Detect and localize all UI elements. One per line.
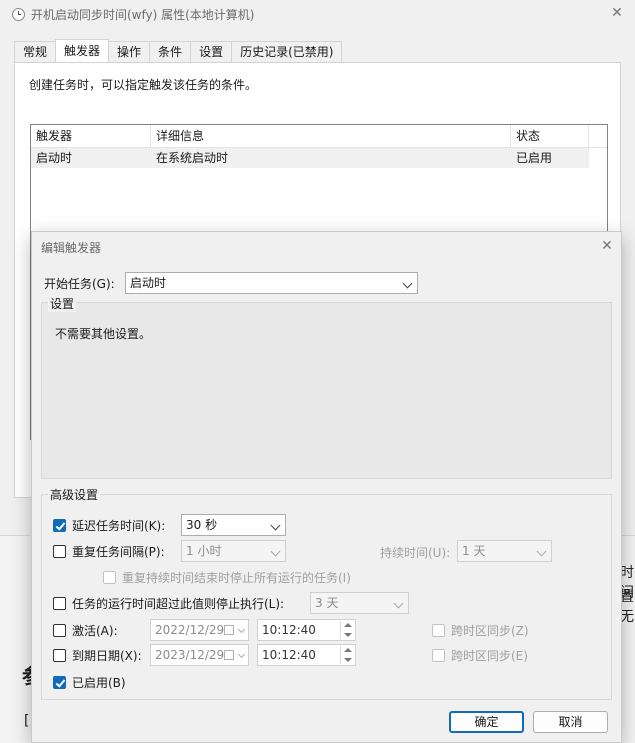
expire-sync-label: 跨时区同步(E) [451, 649, 528, 663]
duration-value: 1 天 [462, 544, 486, 558]
list-header: 触发器 详细信息 状态 [31, 125, 607, 148]
checkbox-checked-icon [53, 519, 66, 532]
activate-date-picker[interactable]: 2022/12/29 [150, 619, 249, 641]
dialog-close-button[interactable]: ✕ [597, 236, 617, 256]
expire-label: 到期日期(X): [72, 649, 142, 663]
column-status[interactable]: 状态 [511, 125, 589, 147]
settings-group-label: 设置 [48, 295, 77, 312]
repeat-interval-value: 1 小时 [186, 544, 222, 558]
activate-sync-label: 跨时区同步(Z) [451, 624, 529, 638]
tab-settings[interactable]: 设置 [190, 41, 233, 62]
chevron-down-icon [402, 278, 413, 289]
checkbox-checked-icon [53, 676, 66, 689]
calendar-icon [224, 650, 234, 660]
begin-task-label: 开始任务(G): [44, 277, 115, 291]
settings-text: 不需要其他设置。 [55, 327, 152, 341]
time-spinner[interactable] [340, 646, 354, 664]
enabled-checkbox[interactable]: 已启用(B) [53, 674, 126, 691]
checkbox-unchecked-icon [432, 624, 445, 637]
tab-triggers[interactable]: 触发器 [55, 39, 110, 62]
activate-time-field[interactable]: 10:12:40 [257, 619, 356, 641]
time-spinner[interactable] [340, 621, 354, 639]
background-text: [ [24, 713, 30, 729]
stop-if-longer-select[interactable]: 3 天 [310, 592, 409, 614]
chevron-down-icon [536, 546, 547, 557]
expire-sync-checkbox[interactable]: 跨时区同步(E) [432, 647, 528, 664]
chevron-down-icon [237, 650, 246, 659]
checkbox-unchecked-icon [53, 597, 66, 610]
duration-select[interactable]: 1 天 [457, 540, 552, 562]
checkbox-unchecked-icon [103, 571, 116, 584]
chevron-down-icon [270, 520, 281, 531]
column-trigger[interactable]: 触发器 [31, 125, 151, 147]
begin-task-select[interactable]: 启动时 [125, 272, 418, 294]
dialog-title: 编辑触发器 [41, 241, 102, 255]
window-close-button[interactable]: ✕ [607, 4, 627, 22]
chevron-down-icon [270, 546, 281, 557]
spin-down-icon [344, 658, 352, 662]
window-title: 开机启动同步时间(wfy) 属性(本地计算机) [31, 7, 255, 22]
tab-general[interactable]: 常规 [14, 41, 57, 62]
row-details: 在系统启动时 [156, 151, 229, 165]
advanced-settings-label: 高级设置 [48, 486, 101, 503]
spin-down-icon [344, 633, 352, 637]
checkbox-unchecked-icon [53, 649, 66, 662]
window-title-bar: 开机启动同步时间(wfy) 属性(本地计算机) [12, 5, 254, 23]
tab-conditions[interactable]: 条件 [149, 41, 192, 62]
table-row[interactable]: 启动时 在系统启动时 已启用 [31, 148, 589, 168]
row-status: 已启用 [516, 151, 553, 165]
expire-time-value: 10:12:40 [262, 648, 316, 662]
edit-trigger-dialog: 编辑触发器 ✕ 开始任务(G): 启动时 设置 不需要其他设置。 高级设置 延迟… [31, 231, 622, 743]
activate-sync-checkbox[interactable]: 跨时区同步(Z) [432, 622, 529, 639]
enabled-label: 已启用(B) [72, 676, 126, 690]
expire-date-picker[interactable]: 2023/12/29 [150, 644, 249, 666]
checkbox-unchecked-icon [53, 545, 66, 558]
background-text: 置无 [620, 589, 634, 625]
checkbox-unchecked-icon [432, 649, 445, 662]
checkbox-unchecked-icon [53, 624, 66, 637]
expire-time-field[interactable]: 10:12:40 [257, 644, 356, 666]
stop-at-end-checkbox[interactable]: 重复持续时间结束时停止所有运行的任务(I) [103, 569, 351, 586]
spin-up-icon [344, 648, 352, 652]
tab-strip: 常规 触发器 操作 条件 设置 历史记录(已禁用) [14, 39, 343, 62]
cancel-button[interactable]: 取消 [533, 711, 608, 733]
calendar-icon [224, 625, 234, 635]
row-trigger: 启动时 [36, 151, 73, 165]
repeat-interval-select[interactable]: 1 小时 [181, 540, 286, 562]
expire-date-value: 2023/12/29 [155, 648, 225, 662]
chevron-down-icon [393, 598, 404, 609]
delay-task-select[interactable]: 30 秒 [181, 514, 286, 536]
chevron-down-icon [237, 625, 246, 634]
begin-task-value: 启动时 [130, 276, 167, 290]
tab-history[interactable]: 历史记录(已禁用) [231, 41, 343, 62]
spin-up-icon [344, 623, 352, 627]
ok-button[interactable]: 确定 [449, 711, 524, 733]
stop-if-longer-value: 3 天 [315, 596, 339, 610]
activate-date-value: 2022/12/29 [155, 623, 225, 637]
delay-task-value: 30 秒 [186, 518, 218, 532]
activate-time-value: 10:12:40 [262, 623, 316, 637]
column-details[interactable]: 详细信息 [151, 125, 511, 147]
duration-label: 持续时间(U): [380, 546, 451, 560]
stop-if-longer-label: 任务的运行时间超过此值则停止执行(L): [72, 597, 285, 611]
delay-task-checkbox[interactable]: 延迟任务时间(K): [53, 517, 165, 534]
stop-if-longer-checkbox[interactable]: 任务的运行时间超过此值则停止执行(L): [53, 595, 284, 612]
activate-checkbox[interactable]: 激活(A): [53, 622, 118, 639]
delay-task-label: 延迟任务时间(K): [72, 519, 166, 533]
task-scheduler-icon [12, 7, 25, 21]
settings-group: 不需要其他设置。 [41, 302, 612, 479]
tab-actions[interactable]: 操作 [108, 41, 151, 62]
stop-at-end-label: 重复持续时间结束时停止所有运行的任务(I) [122, 571, 351, 585]
repeat-task-label: 重复任务间隔(P): [72, 545, 165, 559]
activate-label: 激活(A): [72, 624, 118, 638]
triggers-description: 创建任务时，可以指定触发该任务的条件。 [29, 78, 258, 92]
expire-checkbox[interactable]: 到期日期(X): [53, 647, 142, 664]
repeat-task-checkbox[interactable]: 重复任务间隔(P): [53, 543, 165, 560]
